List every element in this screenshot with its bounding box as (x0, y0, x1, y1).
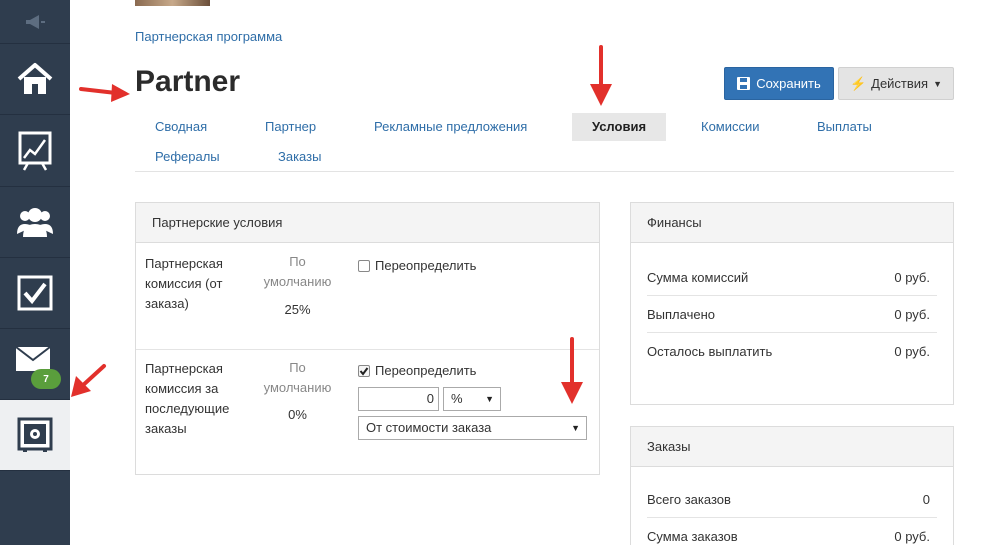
mail-badge: 7 (31, 369, 61, 389)
override-checkbox[interactable]: Переопределить (358, 363, 476, 378)
tab-referrals[interactable]: Рефералы (155, 143, 220, 171)
lightning-icon: ⚡ (849, 75, 867, 91)
orders-panel: Заказы Всего заказов 0 Сумма заказов 0 р… (630, 426, 954, 545)
commission-amount-input[interactable]: 0 (358, 387, 439, 411)
partner-photo (135, 0, 210, 6)
annotation-arrow-select (561, 337, 583, 404)
checkbox-unchecked-icon (358, 259, 370, 272)
sidebar-item-tasks[interactable] (0, 258, 70, 329)
override-label: Переопределить (375, 363, 477, 378)
home-icon (17, 63, 53, 94)
sidebar-item-affiliate[interactable] (0, 400, 70, 471)
checkbox-checked-icon (358, 364, 370, 377)
conditions-panel-title: Партнерские условия (136, 203, 599, 243)
condition-default-value: 25% (284, 302, 311, 317)
annotation-arrow-title (79, 84, 130, 102)
annotation-arrow-sidebar (71, 364, 106, 397)
orders-row-total: Всего заказов 0 (647, 481, 937, 518)
finance-panel: Финансы Сумма комиссий 0 руб. Выплачено … (630, 202, 954, 405)
caret-down-icon: ▼ (933, 78, 943, 89)
condition-row-commission: Партнерская комиссия (от заказа) По умол… (136, 244, 599, 350)
override-label: Переопределить (375, 258, 477, 273)
actions-dropdown-button[interactable]: ⚡ Действия ▼ (838, 67, 954, 100)
condition-label: Партнерская комиссия (от заказа) (145, 256, 223, 311)
safe-icon (17, 417, 53, 452)
tab-commissions[interactable]: Комиссии (701, 113, 760, 141)
override-checkbox[interactable]: Переопределить (358, 258, 476, 273)
finance-panel-title: Финансы (631, 203, 953, 243)
tab-orders[interactable]: Заказы (278, 143, 321, 171)
commission-unit-select[interactable]: % ▼ (443, 387, 501, 411)
tab-offers[interactable]: Рекламные предложения (374, 113, 527, 141)
select-caret-icon: ▼ (485, 394, 494, 404)
select-caret-icon: ▼ (571, 423, 580, 433)
save-button-label: Сохранить (756, 76, 821, 91)
actions-button-label: Действия (871, 76, 929, 91)
save-button[interactable]: Сохранить (724, 67, 834, 100)
tabs-divider (135, 171, 954, 172)
floppy-icon (737, 77, 751, 90)
condition-default-caption: По умолчанию (263, 254, 332, 289)
commission-base-select[interactable]: От стоимости заказа ▼ (358, 416, 587, 440)
sidebar-item-stats[interactable] (0, 116, 70, 187)
orders-row-sum: Сумма заказов 0 руб. (647, 529, 930, 544)
sidebar: 7 (0, 0, 70, 545)
sidebar-item-partners[interactable] (0, 187, 70, 258)
orders-panel-title: Заказы (631, 427, 953, 467)
sidebar-item-mail[interactable]: 7 (0, 329, 70, 400)
annotation-arrow-tab (590, 45, 612, 106)
condition-default-value: 0% (288, 407, 307, 422)
sidebar-collapse[interactable] (0, 0, 70, 44)
page-title: Partner (135, 65, 241, 98)
finance-row-remaining: Осталось выплатить 0 руб. (647, 344, 930, 359)
tab-conditions[interactable]: Условия (572, 113, 666, 141)
breadcrumb[interactable]: Партнерская программа (135, 29, 282, 44)
finance-row-paid: Выплачено 0 руб. (647, 296, 937, 333)
users-icon (17, 208, 53, 237)
tab-payouts[interactable]: Выплаты (817, 113, 872, 141)
tab-partner[interactable]: Партнер (265, 113, 316, 141)
finance-row-commissions: Сумма комиссий 0 руб. (647, 259, 937, 296)
condition-label: Партнерская комиссия за последующие зака… (145, 361, 230, 436)
conditions-panel: Партнерские условия Партнерская комиссия… (135, 202, 600, 475)
sidebar-item-home[interactable] (0, 44, 70, 115)
chart-icon (18, 131, 52, 171)
condition-default-caption: По умолчанию (263, 360, 332, 395)
megaphone-icon (26, 14, 45, 29)
tab-summary[interactable]: Сводная (155, 113, 207, 141)
checkbox-icon (17, 275, 53, 311)
